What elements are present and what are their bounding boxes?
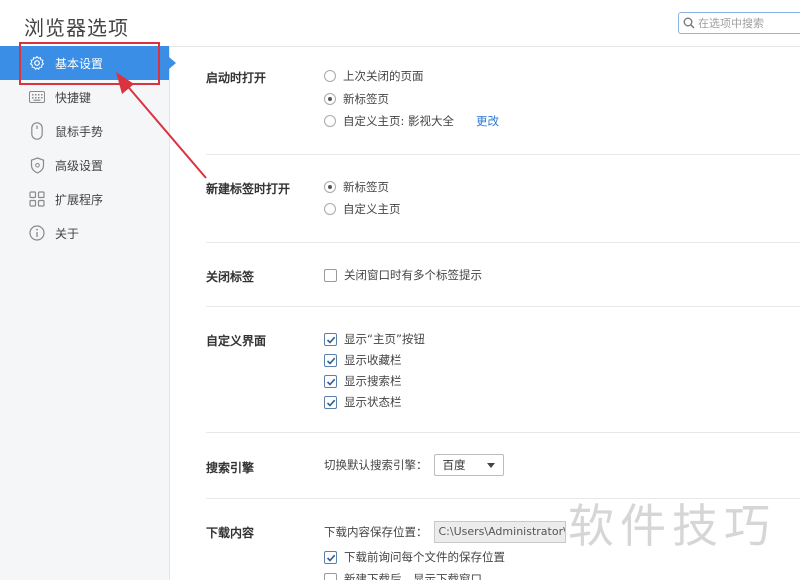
option-label: 新建下载后，显示下载窗口 (344, 572, 482, 580)
checkbox-checked[interactable] (324, 353, 337, 367)
download-option-show-window[interactable]: 新建下载后，显示下载窗口 (324, 571, 482, 580)
option-label: 新标签页 (343, 92, 389, 106)
sidebar-item-label: 鼠标手势 (55, 124, 104, 139)
section-divider (206, 242, 800, 243)
download-option-ask-location[interactable]: 下载前询问每个文件的保存位置 (324, 549, 505, 565)
radio-button[interactable] (324, 115, 336, 127)
checkbox-checked[interactable] (324, 332, 337, 346)
sidebar-item-mouse-gestures[interactable]: 鼠标手势 (0, 114, 169, 148)
sidebar-item-extensions[interactable]: 扩展程序 (0, 182, 169, 216)
header-divider (170, 46, 800, 47)
section-title: 关闭标签 (206, 270, 255, 284)
section-downloads: 下载内容 下载内容保存位置： C:\Users\Administrator\D … (206, 521, 800, 580)
ui-option-status-bar[interactable]: 显示状态栏 (324, 394, 402, 410)
sidebar-item-label: 关于 (55, 226, 80, 241)
option-label: 显示收藏栏 (344, 353, 402, 367)
info-icon (28, 224, 46, 242)
checkbox[interactable] (324, 572, 337, 580)
startup-option-new-tab[interactable]: 新标签页 (324, 91, 389, 107)
section-title: 搜索引擎 (206, 461, 255, 475)
radio-button[interactable] (324, 70, 336, 82)
sidebar-item-about[interactable]: 关于 (0, 216, 169, 250)
checkbox-checked[interactable] (324, 550, 337, 564)
mouse-icon (28, 122, 46, 140)
option-label: 显示搜索栏 (344, 374, 402, 388)
section-title: 新建标签时打开 (206, 182, 291, 196)
section-custom-ui: 自定义界面 显示“主页”按钮 显示收藏栏 显示搜索栏 显示状态栏 (206, 330, 800, 416)
startup-option-custom-home[interactable]: 自定义主页: 影视大全 更改 (324, 113, 499, 129)
section-close-tab: 关闭标签 关闭窗口时有多个标签提示 (206, 266, 800, 290)
section-divider (206, 432, 800, 433)
sidebar-item-shortcuts[interactable]: 快捷键 (0, 80, 169, 114)
section-title: 自定义界面 (206, 334, 267, 348)
ui-option-search-bar[interactable]: 显示搜索栏 (324, 373, 402, 389)
shield-icon (28, 156, 46, 174)
newtab-option-new-tab[interactable]: 新标签页 (324, 179, 389, 195)
sidebar-item-label: 高级设置 (55, 158, 104, 173)
option-label: 下载前询问每个文件的保存位置 (344, 550, 505, 564)
download-path-row: 下载内容保存位置： C:\Users\Administrator\D (324, 521, 566, 543)
ui-option-home-button[interactable]: 显示“主页”按钮 (324, 331, 425, 347)
option-label: 关闭窗口时有多个标签提示 (344, 268, 482, 282)
checkbox-checked[interactable] (324, 395, 337, 409)
search-input[interactable] (698, 16, 798, 30)
radio-button-selected[interactable] (324, 181, 336, 193)
option-label: 自定义主页: 影视大全 (343, 114, 455, 128)
radio-button[interactable] (324, 203, 336, 215)
sidebar-item-label: 快捷键 (55, 90, 92, 105)
section-new-tab: 新建标签时打开 新标签页 自定义主页 (206, 177, 800, 227)
change-link[interactable]: 更改 (476, 113, 499, 129)
section-title: 启动时打开 (206, 71, 267, 85)
select-value: 百度 (442, 458, 466, 472)
chevron-down-icon (486, 462, 495, 468)
checkbox-checked[interactable] (324, 374, 337, 388)
keyboard-icon (28, 88, 46, 106)
option-label: 显示状态栏 (344, 395, 402, 409)
option-label: 上次关闭的页面 (343, 69, 424, 83)
radio-button-selected[interactable] (324, 93, 336, 105)
search-box[interactable] (678, 12, 800, 34)
sidebar: 基本设置 快捷键 鼠标手势 高级设置 扩展程序 关于 (0, 46, 176, 580)
sidebar-item-advanced-settings[interactable]: 高级设置 (0, 148, 169, 182)
ui-option-favorites-bar[interactable]: 显示收藏栏 (324, 352, 402, 368)
option-label: 显示“主页”按钮 (344, 332, 425, 346)
section-startup: 启动时打开 上次关闭的页面 新标签页 自定义主页: 影视大全 更改 (206, 66, 800, 146)
search-engine-select[interactable]: 百度 (433, 454, 504, 476)
sidebar-item-basic-settings[interactable]: 基本设置 (0, 46, 176, 80)
sidebar-item-label: 扩展程序 (55, 192, 104, 207)
page-title: 浏览器选项 (24, 16, 129, 40)
search-engine-row: 切换默认搜索引擎： 百度 (324, 454, 504, 476)
closetab-option-warn[interactable]: 关闭窗口时有多个标签提示 (324, 267, 482, 283)
section-search-engine: 搜索引擎 切换默认搜索引擎： 百度 (206, 454, 800, 478)
sidebar-item-label: 基本设置 (55, 56, 104, 71)
extensions-icon (28, 190, 46, 208)
section-divider (206, 306, 800, 307)
section-divider (206, 498, 800, 499)
download-path-label: 下载内容保存位置： (324, 525, 428, 539)
startup-option-last-session[interactable]: 上次关闭的页面 (324, 68, 424, 84)
option-label: 新标签页 (343, 180, 389, 194)
section-divider (206, 154, 800, 155)
newtab-option-custom-home[interactable]: 自定义主页 (324, 201, 401, 217)
search-icon (683, 17, 695, 29)
section-title: 下载内容 (206, 526, 255, 540)
checkbox[interactable] (324, 268, 337, 282)
gear-icon (28, 54, 46, 72)
option-label: 自定义主页 (343, 202, 401, 216)
search-engine-label: 切换默认搜索引擎： (324, 458, 428, 472)
download-path-input[interactable]: C:\Users\Administrator\D (433, 521, 566, 543)
